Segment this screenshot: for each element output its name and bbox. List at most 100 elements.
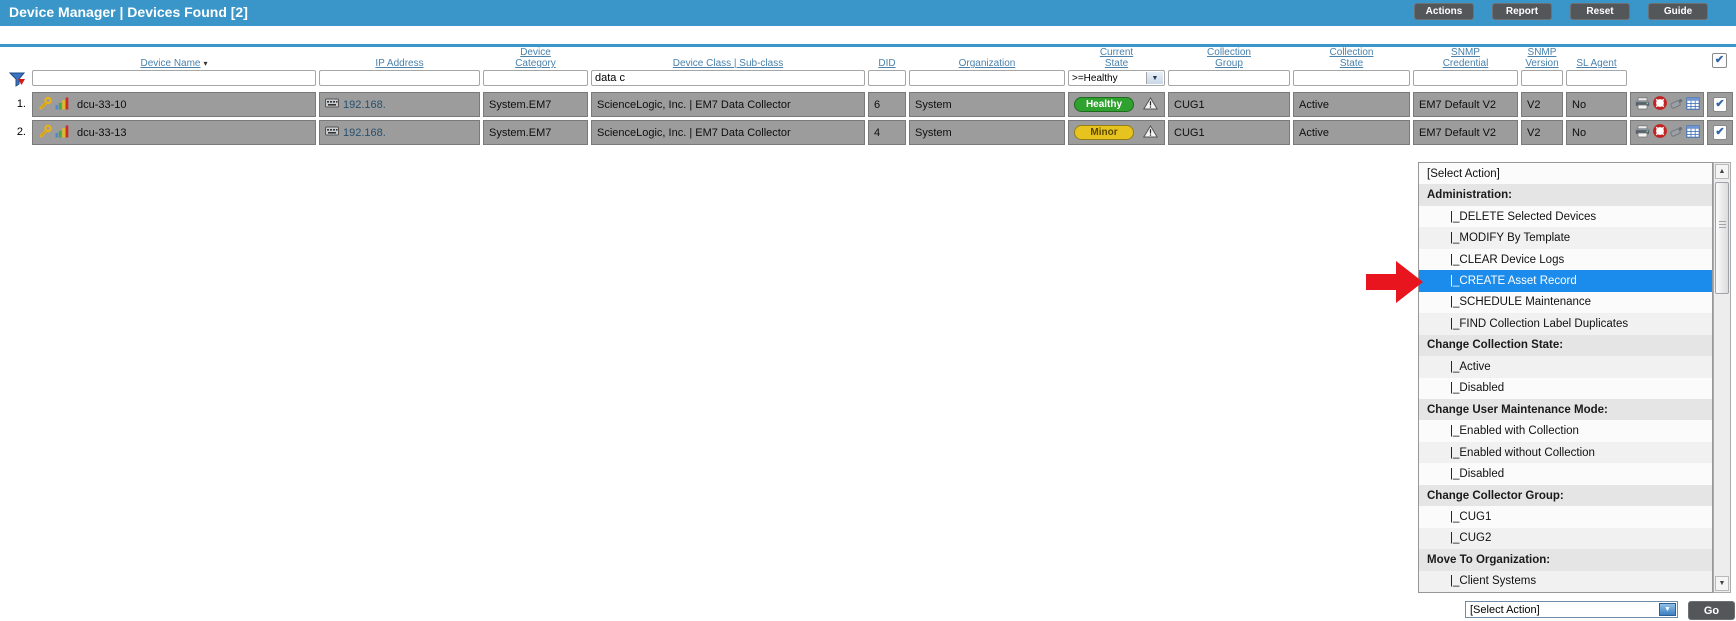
row-select-cell: ✔ — [1707, 120, 1733, 145]
device-name: dcu-33-13 — [77, 126, 127, 139]
filter-device-class-input[interactable] — [591, 70, 865, 86]
action-menu-section-header: Administration: — [1419, 184, 1712, 206]
filter-sl-agent-input[interactable] — [1566, 70, 1627, 86]
actions-button[interactable]: Actions — [1414, 3, 1474, 20]
action-menu-item[interactable]: |_CREATE Asset Record — [1419, 270, 1712, 292]
column-header-device-category[interactable]: Device Category — [483, 45, 588, 69]
organization-cell[interactable]: System — [909, 120, 1065, 145]
filter-current-state-select[interactable]: >=Healthy ▼ — [1068, 70, 1165, 86]
action-menu-item[interactable]: |_CUG1 — [1419, 506, 1712, 528]
dropdown-arrow-icon[interactable]: ▼ — [1146, 72, 1163, 84]
action-menu-item[interactable]: [Select Action] — [1419, 163, 1712, 185]
scrollbar-grip — [1719, 221, 1726, 229]
filter-organization-input[interactable] — [909, 70, 1065, 86]
row-checkbox[interactable]: ✔ — [1713, 125, 1727, 140]
action-menu-section-header: Move To Organization: — [1419, 549, 1712, 571]
device-graph-icon[interactable] — [55, 96, 69, 113]
current-state-cell[interactable]: Minor — [1068, 120, 1165, 145]
lifering-icon[interactable] — [1652, 124, 1667, 141]
device-name-cell[interactable]: dcu-33-13 — [32, 120, 316, 145]
column-header-ip-address[interactable]: IP Address — [319, 45, 480, 69]
column-header-sl-agent[interactable]: SL Agent — [1566, 45, 1627, 69]
table-row[interactable]: 2. dcu-33-13 192.168. System.EM7 Science… — [0, 120, 1736, 145]
action-menu-item[interactable]: |_CLEAR Device Logs — [1419, 248, 1712, 271]
select-all-checkbox[interactable]: ✔ — [1712, 53, 1727, 68]
action-menu-item[interactable]: |_Client Systems — [1419, 570, 1712, 593]
scroll-up-icon[interactable]: ▲ — [1715, 164, 1729, 179]
action-menu-item[interactable]: |_Active — [1419, 356, 1712, 378]
action-menu-item[interactable]: |_MODIFY By Template — [1419, 227, 1712, 249]
scrollbar-thumb[interactable] — [1715, 182, 1729, 294]
ip-address-cell[interactable]: 192.168. — [319, 120, 480, 145]
footer-select-value: [Select Action] — [1470, 603, 1540, 616]
ip-address: 192.168. — [343, 98, 386, 111]
action-menu-item[interactable]: |_Enabled without Collection — [1419, 441, 1712, 464]
table-row[interactable]: 1. dcu-33-10 192.168. System.EM7 Science… — [0, 92, 1736, 117]
row-select-cell: ✔ — [1707, 92, 1733, 117]
reset-button[interactable]: Reset — [1570, 3, 1630, 20]
did-cell: 6 — [868, 92, 906, 117]
filter-funnel-icon[interactable] — [8, 71, 26, 93]
scroll-down-icon[interactable]: ▼ — [1715, 576, 1729, 591]
action-menu-scrollbar[interactable]: ▲ ▼ — [1713, 162, 1731, 593]
dropdown-arrow-icon[interactable]: ▼ — [1659, 603, 1676, 616]
action-menu-item[interactable]: |_Disabled — [1419, 377, 1712, 399]
column-header-snmp-version[interactable]: SNMP Version — [1521, 45, 1563, 69]
check-icon: ✔ — [1715, 126, 1725, 138]
action-menu-item[interactable]: |_SCHEDULE Maintenance — [1419, 291, 1712, 314]
action-menu-item[interactable]: |_DELETE Selected Devices — [1419, 205, 1712, 228]
ip-address-cell[interactable]: 192.168. — [319, 92, 480, 117]
collection-group-cell: CUG1 — [1168, 92, 1290, 117]
column-header-organization[interactable]: Organization — [909, 45, 1065, 69]
column-header-did[interactable]: DID — [868, 45, 906, 69]
asset-table-icon[interactable] — [1685, 96, 1700, 113]
device-tools-icon[interactable] — [38, 124, 52, 141]
action-menu-item[interactable]: |_Enabled with Collection — [1419, 420, 1712, 442]
printer-icon[interactable] — [1635, 124, 1650, 141]
filter-device-name-input[interactable] — [32, 70, 316, 86]
device-tools-icon[interactable] — [38, 96, 52, 113]
filter-snmp-version-input[interactable] — [1521, 70, 1563, 86]
column-header-device-class[interactable]: Device Class | Sub-class — [591, 45, 865, 69]
snmp-version-cell: V2 — [1521, 120, 1563, 145]
warning-icon[interactable] — [1142, 124, 1159, 141]
device-name-cell[interactable]: dcu-33-10 — [32, 92, 316, 117]
filter-ip-address-input[interactable] — [319, 70, 480, 86]
action-menu-item[interactable]: |_Disabled — [1419, 463, 1712, 485]
footer-action-select[interactable]: [Select Action] ▼ — [1465, 601, 1678, 618]
toolbox-icon[interactable] — [1669, 97, 1683, 113]
sort-indicator-icon: ▾ — [203, 59, 208, 68]
organization-cell[interactable]: System — [909, 92, 1065, 117]
filter-snmp-credential-input[interactable] — [1413, 70, 1518, 86]
asset-table-icon[interactable] — [1685, 124, 1700, 141]
lifering-icon[interactable] — [1652, 96, 1667, 113]
column-header-snmp-credential[interactable]: SNMP Credential — [1413, 45, 1518, 69]
column-header-collection-state[interactable]: Collection State — [1293, 45, 1410, 69]
collection-state-cell: Active — [1293, 92, 1410, 117]
device-name: dcu-33-10 — [77, 98, 127, 111]
ip-address: 192.168. — [343, 126, 386, 139]
row-checkbox[interactable]: ✔ — [1713, 97, 1727, 112]
column-header-collection-group[interactable]: Collection Group — [1168, 45, 1290, 69]
did-cell: 4 — [868, 120, 906, 145]
column-header-current-state[interactable]: Current State — [1068, 45, 1165, 69]
action-menu-item[interactable]: |_FIND Collection Label Duplicates — [1419, 313, 1712, 335]
filter-collection-state-input[interactable] — [1293, 70, 1410, 86]
filter-collection-group-input[interactable] — [1168, 70, 1290, 86]
toolbox-icon[interactable] — [1669, 125, 1683, 141]
printer-icon[interactable] — [1635, 96, 1650, 113]
column-header-device-name[interactable]: Device Name ▾ — [32, 45, 316, 69]
report-button[interactable]: Report — [1492, 3, 1552, 20]
snmp-credential-cell: EM7 Default V2 — [1413, 92, 1518, 117]
state-pill: Healthy — [1074, 97, 1134, 112]
filter-device-category-input[interactable] — [483, 70, 588, 86]
current-state-cell[interactable]: Healthy — [1068, 92, 1165, 117]
device-graph-icon[interactable] — [55, 124, 69, 141]
go-button[interactable]: Go — [1688, 601, 1735, 620]
warning-icon[interactable] — [1142, 96, 1159, 113]
filter-did-input[interactable] — [868, 70, 906, 86]
guide-button[interactable]: Guide — [1648, 3, 1708, 20]
action-menu-list: [Select Action] Administration: |_DELETE S… — [1418, 162, 1713, 593]
action-menu-section-header: Change User Maintenance Mode: — [1419, 398, 1712, 421]
action-menu-item[interactable]: |_CUG2 — [1419, 527, 1712, 550]
